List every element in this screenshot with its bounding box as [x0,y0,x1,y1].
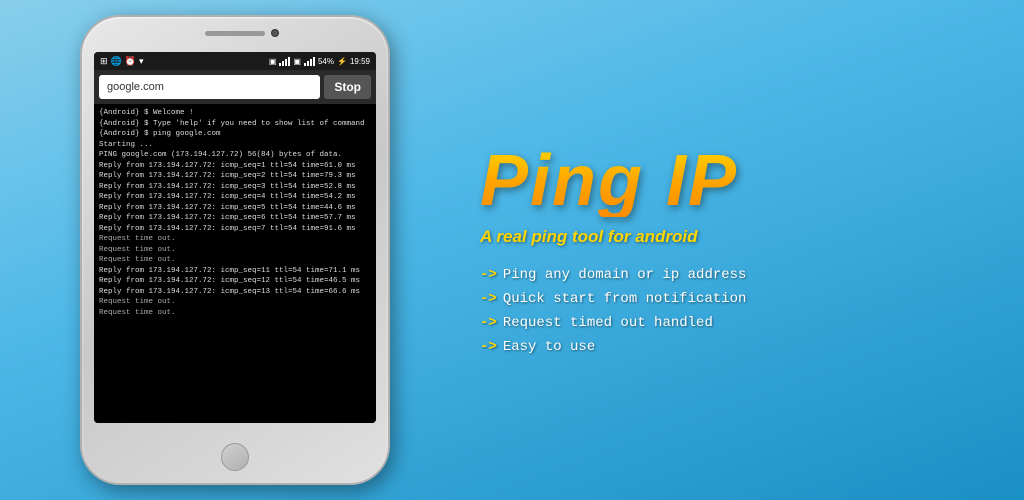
feature-arrow-icon: -> [480,291,497,307]
terminal-line: Reply from 173.194.127.72: icmp_seq=4 tt… [99,192,371,203]
time-display: 19:59 [350,57,370,66]
phone-mockup: ⊞ 🌐 ⏰ ▾ ▣ ▣ [20,5,450,495]
feature-item: -> Quick start from notification [480,291,984,307]
terminal-line: {Android} $ Type 'help' if you need to s… [99,119,371,130]
terminal-line: Reply from 173.194.127.72: icmp_seq=5 tt… [99,203,371,214]
terminal-line: {Android} $ Welcome ! [99,108,371,119]
wifi-icon: ▾ [139,56,144,67]
feature-arrow-icon: -> [480,315,497,331]
terminal-line: Request time out. [99,255,371,266]
terminal-line: Reply from 173.194.127.72: icmp_seq=13 t… [99,287,371,298]
status-left: ⊞ 🌐 ⏰ ▾ [100,56,144,67]
app-title: Ping IP [480,145,984,217]
feature-arrow-icon: -> [480,267,497,283]
feature-text: Easy to use [503,339,595,355]
sim2-icon: ▣ [293,57,301,66]
terminal-line: Reply from 173.194.127.72: icmp_seq=11 t… [99,266,371,277]
alarm-icon: ⏰ [125,56,136,67]
terminal-line: Request time out. [99,297,371,308]
feature-item: -> Easy to use [480,339,984,355]
terminal-line: PING google.com (173.194.127.72) 56(84) … [99,150,371,161]
feature-list: -> Ping any domain or ip address -> Quick s… [480,267,984,355]
phone-body: ⊞ 🌐 ⏰ ▾ ▣ ▣ [80,15,390,485]
terminal-line: Reply from 173.194.127.72: icmp_seq=7 tt… [99,224,371,235]
terminal-line: Reply from 173.194.127.72: icmp_seq=12 t… [99,276,371,287]
terminal-line: Reply from 173.194.127.72: icmp_seq=3 tt… [99,182,371,193]
phone-camera [271,29,279,37]
terminal-line: {Android} $ ping google.com [99,129,371,140]
phone-bottom-buttons [221,443,249,471]
feature-text: Request timed out handled [503,315,713,331]
app-subtitle: A real ping tool for android [480,227,984,247]
terminal-line: Reply from 173.194.127.72: icmp_seq=6 tt… [99,213,371,224]
battery-percent: 54% [318,57,334,66]
browser-icon: 🌐 [111,56,122,67]
signal-icon [279,56,290,66]
feature-arrow-icon: -> [480,339,497,355]
status-right: ▣ ▣ 54% ⚡ 19 [269,56,370,66]
feature-item: -> Request timed out handled [480,315,984,331]
phone-speaker [205,31,265,36]
charging-icon: ⚡ [337,57,347,66]
notification-icon: ⊞ [100,56,108,67]
terminal-line: Reply from 173.194.127.72: icmp_seq=1 tt… [99,161,371,172]
host-input[interactable] [99,75,320,99]
terminal-line: Request time out. [99,245,371,256]
terminal-output: {Android} $ Welcome !{Android} $ Type 'h… [94,104,376,423]
home-button[interactable] [221,443,249,471]
status-bar: ⊞ 🌐 ⏰ ▾ ▣ ▣ [94,52,376,70]
signal2-icon [304,56,315,66]
feature-text: Quick start from notification [503,291,747,307]
terminal-line: Reply from 173.194.127.72: icmp_seq=2 tt… [99,171,371,182]
app-info-panel: Ping IP A real ping tool for android -> P… [450,145,984,355]
terminal-line: Request time out. [99,234,371,245]
terminal-line: Starting ... [99,140,371,151]
sim-icon: ▣ [269,57,277,66]
feature-item: -> Ping any domain or ip address [480,267,984,283]
stop-button[interactable]: Stop [324,75,371,99]
feature-text: Ping any domain or ip address [503,267,747,283]
phone-screen: ⊞ 🌐 ⏰ ▾ ▣ ▣ [94,52,376,423]
terminal-line: Request time out. [99,308,371,319]
input-area: Stop [94,70,376,104]
